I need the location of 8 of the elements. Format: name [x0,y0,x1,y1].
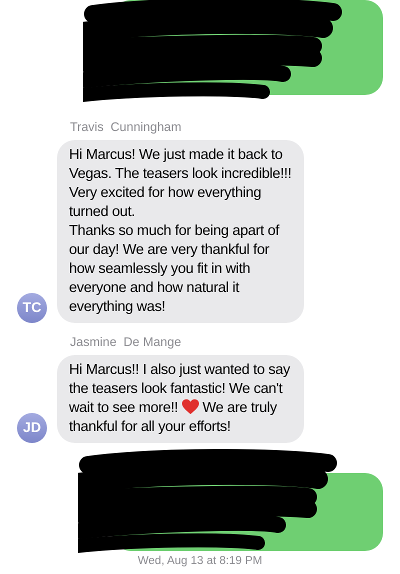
sender-name: Jasmine De Mange [70,334,182,351]
avatar[interactable]: TC [17,292,47,323]
avatar[interactable]: JD [17,412,47,442]
message-text: Hi Marcus!! I also just wanted to say the teasers look fantastic! We can't wait to see more!! We are truly thankful for all your efforts! [69,360,291,436]
message-text: Hi Marcus! We just made it back to Vegas. The teasers look incredible!!! Very excited for how everything turned out. Thanks so much for being apart of our day! We are very thankful for how seamlessly you fit in with everyone and how natural it everything was! [69,146,292,317]
heart-icon [182,398,199,414]
sender-name: Travis Cunningham [70,119,182,136]
timestamp: Wed, Aug 13 at 8:19 PM [138,554,262,568]
